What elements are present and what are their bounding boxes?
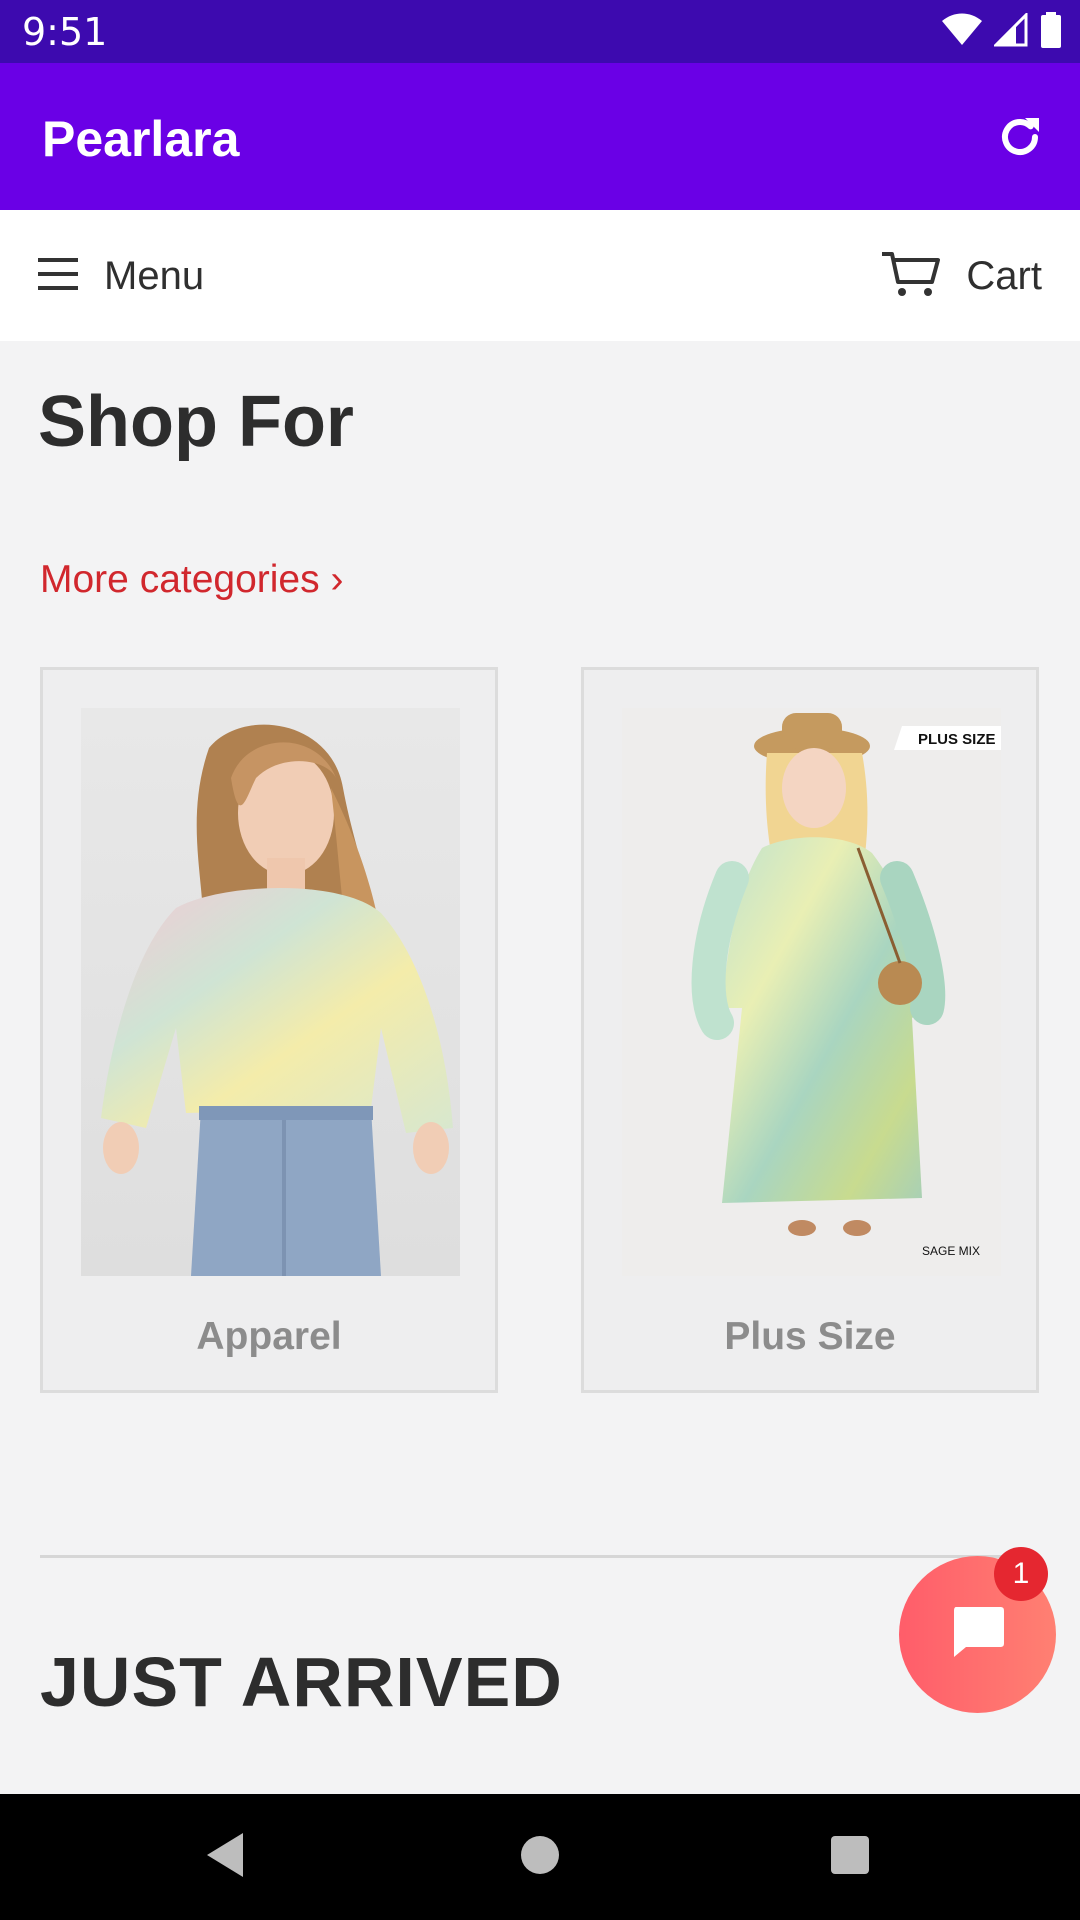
hamburger-menu-icon (38, 257, 80, 296)
status-bar: 9:51 (0, 0, 1080, 63)
category-image-plus-size: PLUS SIZE SAGE MIX (622, 708, 1001, 1276)
recents-icon (829, 1834, 871, 1881)
category-label-plus-size: Plus Size (724, 1315, 896, 1358)
nav-bar: Menu Cart (0, 210, 1080, 341)
page-title: Shop For (38, 382, 354, 462)
home-icon (519, 1834, 561, 1881)
category-card-apparel[interactable]: Apparel (40, 667, 498, 1393)
plus-size-tag: PLUS SIZE (918, 731, 996, 748)
menu-button[interactable]: Menu (38, 246, 204, 306)
sage-mix-tag: SAGE MIX (922, 1244, 980, 1258)
menu-label: Menu (104, 254, 205, 298)
refresh-icon (995, 112, 1045, 167)
category-image-apparel (81, 708, 460, 1276)
chat-notification-badge: 1 (994, 1547, 1048, 1601)
battery-icon (1040, 11, 1062, 53)
back-icon (203, 1831, 247, 1884)
back-button[interactable] (195, 1827, 255, 1887)
status-icons (942, 10, 1062, 53)
category-label-apparel: Apparel (196, 1315, 342, 1358)
section-divider (40, 1555, 1040, 1558)
system-navigation-bar (0, 1794, 1080, 1920)
cart-icon (880, 250, 941, 303)
refresh-button[interactable] (990, 109, 1050, 169)
section-title-just-arrived: JUST ARRIVED (40, 1643, 563, 1721)
recents-button[interactable] (820, 1827, 880, 1887)
wifi-icon (942, 13, 982, 52)
chat-icon (950, 1605, 1006, 1664)
cellular-signal-icon (992, 10, 1028, 52)
category-card-plus-size[interactable]: PLUS SIZE SAGE MIX Plus Size (581, 667, 1039, 1393)
more-categories-link[interactable]: More categories › (40, 556, 343, 604)
app-bar: Pearlara (0, 63, 1080, 210)
home-button[interactable] (510, 1827, 570, 1887)
cart-label: Cart (966, 254, 1042, 298)
status-time: 9:51 (22, 10, 108, 54)
app-title: Pearlara (42, 111, 240, 167)
cart-button[interactable]: Cart (880, 246, 1042, 306)
